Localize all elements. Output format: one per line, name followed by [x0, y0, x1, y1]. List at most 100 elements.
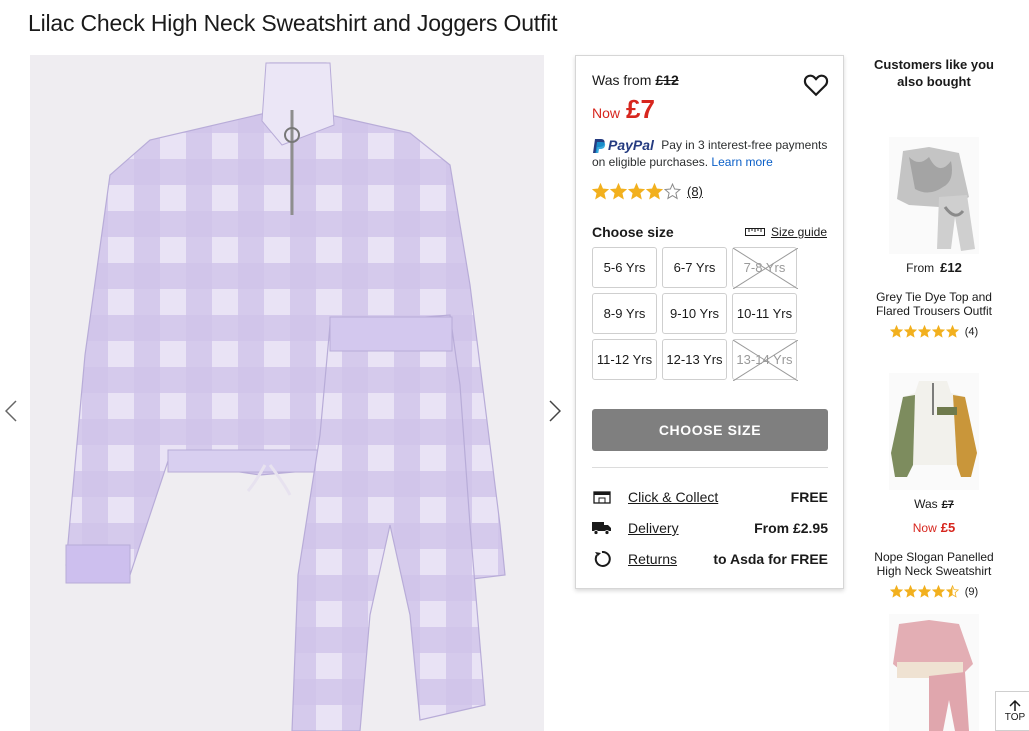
rec-rating-1: (4) — [864, 325, 1004, 338]
pink-outfit-thumbnail — [889, 614, 979, 731]
rec-name-2[interactable]: Nope Slogan Panelled High Neck Sweatshir… — [864, 550, 1004, 578]
star-icon — [903, 325, 917, 338]
now-price: Now £7 — [592, 94, 655, 125]
return-icon — [592, 549, 612, 569]
back-to-top-button[interactable]: TOP — [995, 691, 1029, 731]
heart-icon — [803, 74, 829, 97]
rec-product-image-2[interactable] — [889, 373, 979, 490]
outfit-illustration — [65, 62, 506, 731]
unavailable-cross-icon — [733, 248, 798, 289]
size-option[interactable]: 8-9 Yrs — [592, 293, 657, 334]
size-option-label: 5-6 Yrs — [603, 260, 646, 275]
star-icon — [945, 325, 959, 338]
rec-rating-2: (9) — [864, 585, 1004, 598]
size-grid: 5-6 Yrs 6-7 Yrs 7-8 Yrs 8-9 Yrs 9-10 Yrs 10-1… — [592, 247, 832, 381]
paypal-icon — [593, 138, 606, 153]
arrow-up-icon — [1009, 699, 1021, 711]
purchase-panel: Was from £12 Now £7 PayPal Pay in 3 inter… — [575, 55, 844, 589]
nope-sweatshirt-thumbnail — [889, 373, 979, 490]
star-icon — [610, 183, 627, 200]
wishlist-button[interactable] — [803, 72, 829, 98]
size-option-label: 8-9 Yrs — [603, 306, 646, 321]
divider — [592, 467, 828, 468]
tie-dye-outfit-thumbnail — [889, 137, 979, 254]
chevron-right-icon — [549, 400, 561, 422]
product-image[interactable] — [30, 55, 544, 731]
next-image-button[interactable] — [544, 398, 566, 424]
rec-price-1: From £12 — [864, 260, 1004, 275]
now-value: £7 — [626, 94, 655, 124]
rec-now-label-2: Now — [912, 521, 937, 535]
rec-product-image-3[interactable] — [889, 614, 979, 731]
star-icon — [889, 585, 903, 598]
size-option-label: 9-10 Yrs — [670, 306, 719, 321]
star-icon — [628, 183, 645, 200]
click-collect-link[interactable]: Click & Collect — [628, 489, 791, 505]
click-collect-value: FREE — [790, 489, 828, 505]
chevron-left-icon — [5, 400, 17, 422]
was-price: Was from £12 — [592, 72, 679, 88]
size-option[interactable]: 9-10 Yrs — [662, 293, 727, 334]
delivery-row: Delivery From £2.95 — [592, 517, 828, 539]
star-icon — [889, 325, 903, 338]
paypal-logo: PayPal — [592, 137, 654, 154]
rec-was-2: Was £7 — [864, 497, 1004, 511]
size-guide-label: Size guide — [770, 225, 827, 239]
star-icon — [917, 325, 931, 338]
size-guide-link[interactable]: Size guide — [744, 225, 827, 239]
store-icon — [592, 487, 612, 507]
page-title: Lilac Check High Neck Sweatshirt and Jog… — [28, 10, 558, 36]
rec-price-value-1: £12 — [940, 260, 962, 275]
size-option[interactable]: 5-6 Yrs — [592, 247, 657, 288]
truck-icon — [592, 518, 612, 538]
size-option[interactable]: 6-7 Yrs — [662, 247, 727, 288]
returns-link[interactable]: Returns — [628, 551, 713, 567]
learn-more-link[interactable]: Learn more — [711, 155, 772, 169]
rec-was-value-2: £7 — [941, 499, 954, 511]
returns-row: Returns to Asda for FREE — [592, 548, 828, 570]
rec-stars-2 — [889, 585, 960, 598]
review-count-link[interactable]: (8) — [687, 184, 703, 199]
delivery-link[interactable]: Delivery — [628, 520, 754, 536]
paypal-message: PayPal Pay in 3 interest-free payments o… — [592, 137, 837, 171]
rec-product-image-1[interactable] — [889, 137, 979, 254]
star-icon — [931, 585, 945, 598]
rec-was-label-2: Was — [914, 497, 938, 511]
rec-stars-1 — [889, 325, 960, 338]
rating-stars — [592, 183, 682, 200]
size-option[interactable]: 7-8 Yrs — [732, 247, 798, 289]
size-option-label: 11-12 Yrs — [596, 352, 653, 367]
unavailable-cross-icon — [733, 340, 798, 381]
size-option[interactable]: 13-14 Yrs — [732, 339, 798, 381]
size-option-label: 10-11 Yrs — [736, 306, 793, 321]
star-icon — [664, 183, 681, 200]
size-option[interactable]: 10-11 Yrs — [732, 293, 797, 334]
size-option-label: 12-13 Yrs — [666, 352, 723, 367]
size-option-label: 6-7 Yrs — [673, 260, 716, 275]
was-value: £12 — [655, 72, 679, 88]
size-option[interactable]: 11-12 Yrs — [592, 339, 657, 380]
product-rating: (8) — [592, 183, 703, 200]
back-to-top-label: TOP — [1004, 711, 1026, 723]
choose-size-button[interactable]: CHOOSE SIZE — [592, 409, 828, 451]
star-icon — [903, 585, 917, 598]
rec-now-2: Now £5 — [864, 520, 1004, 535]
ruler-icon — [744, 228, 765, 236]
rec-now-value-2: £5 — [940, 520, 956, 535]
star-icon — [592, 183, 609, 200]
rec-count-1: (4) — [964, 325, 979, 338]
rec-price-label-1: From — [906, 261, 935, 275]
size-heading: Choose size — [592, 224, 674, 240]
now-label: Now — [592, 105, 621, 121]
size-option[interactable]: 12-13 Yrs — [662, 339, 727, 380]
rec-name-1[interactable]: Grey Tie Dye Top and Flared Trousers Out… — [864, 290, 1004, 318]
star-icon — [931, 325, 945, 338]
delivery-value: From £2.95 — [754, 520, 828, 536]
rec-count-2: (9) — [964, 585, 979, 598]
click-collect-row: Click & Collect FREE — [592, 486, 828, 508]
star-icon — [917, 585, 931, 598]
star-icon — [646, 183, 663, 200]
previous-image-button[interactable] — [0, 398, 22, 424]
recommendations-title: Customers like you also bought — [874, 57, 994, 89]
was-label: Was from — [592, 72, 652, 88]
